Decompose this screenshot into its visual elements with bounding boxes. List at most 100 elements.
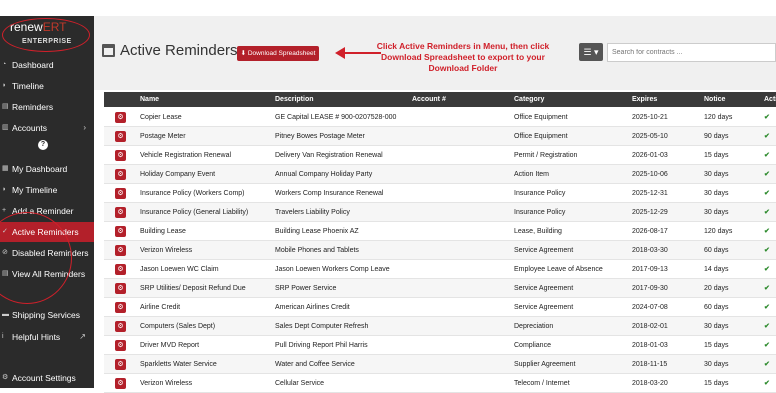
cell-category: Permit / Registration [514,152,578,159]
row-settings-icon[interactable]: ⚙ [115,226,126,237]
table-row[interactable]: ⚙ Holiday Company Event Annual Company Hol… [104,165,776,184]
cell-category: Supplier Agreement [514,361,576,368]
sidebar-item-reminders[interactable]: ▤ Reminders [0,98,94,116]
table-row[interactable]: ⚙ Airline Credit American Airlines Credit S… [104,298,776,317]
cell-expires: 2018-11-15 [632,361,668,368]
cell-name: SRP Utilities/ Deposit Refund Due [140,285,246,292]
cell-name: Verizon Wireless [140,380,193,387]
external-link-icon: ↗ [79,332,86,341]
check-icon: ✔ [764,304,770,311]
help-icon[interactable]: ? [38,140,48,150]
sidebar-item-my-dashboard[interactable]: ▦ My Dashboard [0,160,94,178]
cell-description: Jason Loewen Workers Comp Leave [275,266,390,273]
table-row[interactable]: ⚙ Jason Loewen WC Claim Jason Loewen Worke… [104,260,776,279]
sidebar-item-label: Shipping Services [12,310,81,320]
cell-description: Pitney Bowes Postage Meter [275,133,365,140]
check-icon: ✔ [764,190,770,197]
check-icon: ✔ [764,247,770,254]
row-settings-icon[interactable]: ⚙ [115,302,126,313]
row-settings-icon[interactable]: ⚙ [115,321,126,332]
col-name[interactable]: Name [140,92,159,107]
row-settings-icon[interactable]: ⚙ [115,283,126,294]
cell-category: Service Agreement [514,247,574,254]
cell-name: Driver MVD Report [140,342,200,349]
row-settings-icon[interactable]: ⚙ [115,207,126,218]
table-row[interactable]: ⚙ Sparkletts Water Service Water and Coffe… [104,355,776,374]
table-row[interactable]: ⚙ Verizon Wireless Mobile Phones and Table… [104,241,776,260]
cell-name: Vehicle Registration Renewal [140,152,232,159]
cell-expires: 2024-07-08 [632,304,668,311]
page-header: Active Reminders ⬇ Download Spreadsheet … [94,16,776,90]
row-settings-icon[interactable]: ⚙ [115,169,126,180]
table-header: Name Description Account # Category Expi… [104,92,776,107]
cell-expires: 2018-01-03 [632,342,668,349]
cell-description: Travelers Liability Policy [275,209,350,216]
table-row[interactable]: ⚙ Insurance Policy (Workers Comp) Workers … [104,184,776,203]
col-expires[interactable]: Expires [632,92,657,107]
cell-category: Insurance Policy [514,209,566,216]
cell-expires: 2017-09-30 [632,285,668,292]
sidebar-item-timeline[interactable]: ◗ Timeline [0,77,94,95]
download-spreadsheet-button[interactable]: ⬇ Download Spreadsheet [237,46,319,61]
sidebar-item-account-settings[interactable]: ⚙ Account Settings [0,369,94,387]
col-active[interactable]: Active [764,92,776,107]
main-content: Active Reminders ⬇ Download Spreadsheet … [94,16,776,393]
cell-category: Office Equipment [514,114,568,121]
row-settings-icon[interactable]: ⚙ [115,150,126,161]
table-row[interactable]: ⚙ Computers (Sales Dept) Sales Dept Comput… [104,317,776,336]
sidebar-item-helpful-hints[interactable]: i Helpful Hints ↗ [0,328,94,346]
cell-category: Service Agreement [514,304,574,311]
sidebar-item-accounts[interactable]: ▥ Accounts › [0,119,94,137]
cell-name: Verizon Wireless [140,247,193,254]
cell-description: Workers Comp Insurance Renewal [275,190,384,197]
table-row[interactable]: ⚙ Postage Meter Pitney Bowes Postage Meter… [104,127,776,146]
table-row[interactable]: ⚙ Building Lease Building Lease Phoenix AZ… [104,222,776,241]
cell-expires: 2025-10-21 [632,114,668,121]
check-icon: ✔ [764,228,770,235]
table-row[interactable]: ⚙ Insurance Policy (General Liability) Tra… [104,203,776,222]
table-row[interactable]: ⚙ Vehicle Registration Renewal Delivery Va… [104,146,776,165]
col-notice[interactable]: Notice [704,92,725,107]
row-settings-icon[interactable]: ⚙ [115,359,126,370]
cell-category: Depreciation [514,323,554,330]
sidebar-item-label: Helpful Hints [12,332,61,342]
cell-notice: 120 days [704,228,733,235]
row-settings-icon[interactable]: ⚙ [115,131,126,142]
search-input[interactable] [607,43,776,62]
timeline-icon: ◗ [2,82,7,89]
col-account[interactable]: Account # [412,92,446,107]
cell-notice: 30 days [704,323,729,330]
row-settings-icon[interactable]: ⚙ [115,264,126,275]
sidebar-item-shipping-services[interactable]: ▬ Shipping Services [0,306,94,324]
check-icon: ✔ [764,285,770,292]
table-row[interactable]: ⚙ Driver MVD Report Pull Driving Report Ph… [104,336,776,355]
row-settings-icon[interactable]: ⚙ [115,378,126,389]
cell-description: American Airlines Credit [275,304,350,311]
cell-description: Delivery Van Registration Renewal [275,152,383,159]
row-settings-icon[interactable]: ⚙ [115,245,126,256]
check-icon: ✔ [764,209,770,216]
table-row[interactable]: ⚙ SRP Utilities/ Deposit Refund Due SRP Po… [104,279,776,298]
col-category[interactable]: Category [514,92,544,107]
col-description[interactable]: Description [275,92,314,107]
annotation-circle-logo [2,18,90,52]
menu-dropdown-button[interactable]: ☰ ▾ [579,43,603,61]
row-settings-icon[interactable]: ⚙ [115,188,126,199]
cell-name: Jason Loewen WC Claim [140,266,219,273]
table-row[interactable]: ⚙ Copier Lease GE Capital LEASE # 900-0207… [104,108,776,127]
check-icon: ✔ [764,323,770,330]
sidebar-item-dashboard[interactable]: ◔ Dashboard [0,56,94,74]
cell-expires: 2025-12-29 [632,209,668,216]
cell-description: SRP Power Service [275,285,337,292]
cell-name: Holiday Company Event [140,171,216,178]
row-settings-icon[interactable]: ⚙ [115,340,126,351]
sidebar-item-my-timeline[interactable]: ◗ My Timeline [0,181,94,199]
cell-notice: 30 days [704,171,729,178]
row-settings-icon[interactable]: ⚙ [115,112,126,123]
cell-name: Sparkletts Water Service [140,361,217,368]
check-icon: ✔ [764,133,770,140]
sidebar-item-label: Account Settings [12,373,76,383]
truck-icon: ▬ [2,311,9,318]
table-row[interactable]: ⚙ Verizon Wireless Cellular Service Telecom… [104,374,776,393]
cell-name: Insurance Policy (General Liability) [140,209,249,216]
